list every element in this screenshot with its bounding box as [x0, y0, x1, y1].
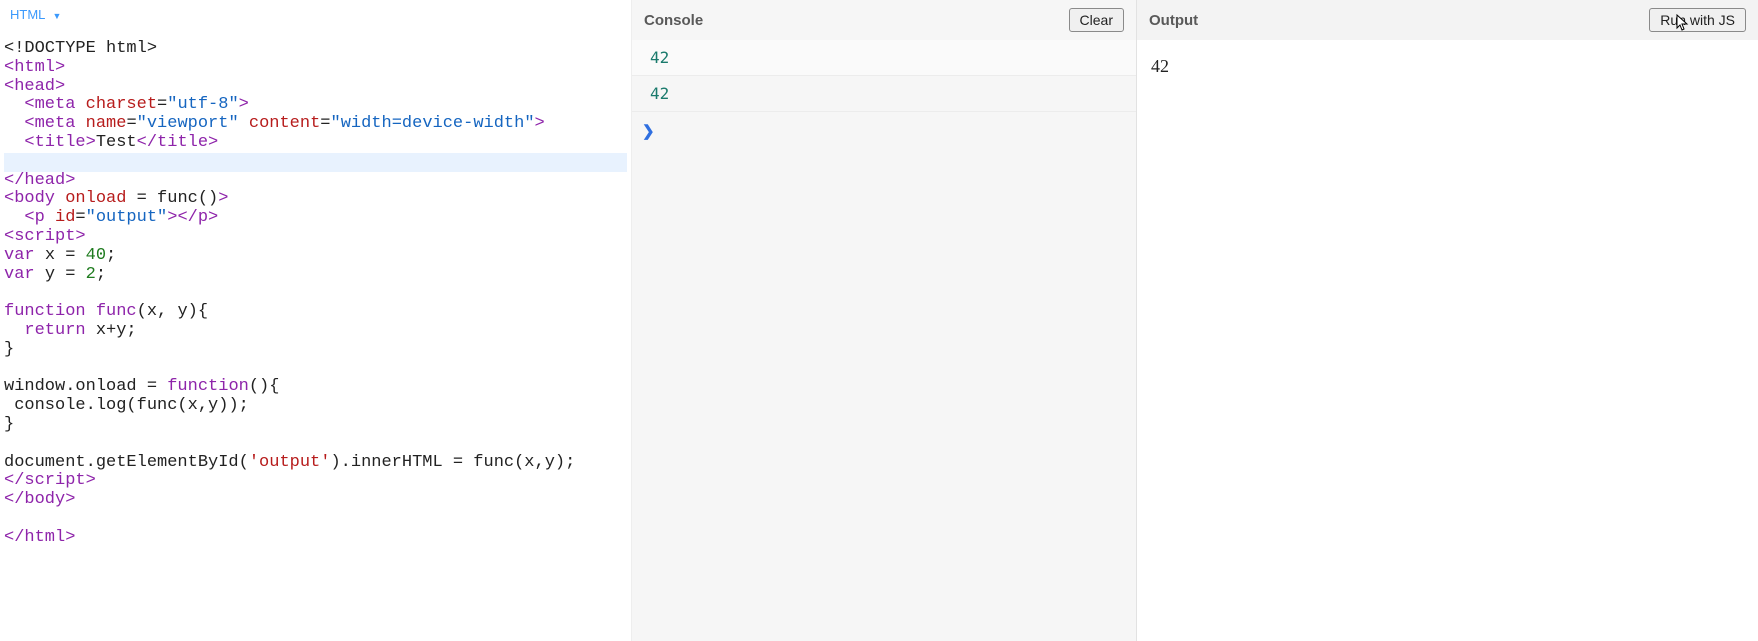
code-line[interactable]: return x+y; — [4, 322, 627, 341]
output-panel: Output Run with JS 42 — [1137, 0, 1758, 641]
code-line[interactable]: console.log(func(x,y)); — [4, 397, 627, 416]
code-line[interactable]: <!DOCTYPE html> — [4, 40, 627, 59]
code-line[interactable]: document.getElementById('output').innerH… — [4, 454, 627, 473]
code-line[interactable]: <head> — [4, 78, 627, 97]
code-line[interactable]: <meta name="viewport" content="width=dev… — [4, 115, 627, 134]
run-with-js-button[interactable]: Run with JS — [1649, 8, 1746, 32]
code-line[interactable]: </script> — [4, 472, 627, 491]
language-label: HTML — [10, 7, 45, 22]
clear-button[interactable]: Clear — [1069, 8, 1124, 32]
code-line[interactable]: } — [4, 416, 627, 435]
code-line[interactable]: <script> — [4, 228, 627, 247]
output-title: Output — [1149, 12, 1198, 29]
app-root: HTML ▼ <!DOCTYPE html><html><head> <meta… — [0, 0, 1758, 641]
console-header: Console Clear — [632, 0, 1136, 40]
code-line[interactable]: <html> — [4, 59, 627, 78]
console-log-line: 42 — [632, 76, 1136, 112]
code-line[interactable]: var x = 40; — [4, 247, 627, 266]
chevron-right-icon: ❯ — [642, 123, 655, 140]
output-body: 42 — [1137, 40, 1758, 641]
code-line[interactable]: <title>Test</title> — [4, 134, 627, 153]
code-line[interactable]: </html> — [4, 529, 627, 548]
code-line[interactable]: </head> — [4, 172, 627, 191]
console-body: 4242 ❯ — [632, 40, 1136, 641]
code-line[interactable] — [4, 284, 627, 303]
code-line[interactable]: <p id="output"></p> — [4, 209, 627, 228]
code-line[interactable] — [4, 360, 627, 379]
code-line[interactable]: <meta charset="utf-8"> — [4, 96, 627, 115]
code-line[interactable]: window.onload = function(){ — [4, 378, 627, 397]
code-line[interactable]: function func(x, y){ — [4, 303, 627, 322]
code-line[interactable]: </body> — [4, 491, 627, 510]
language-selector[interactable]: HTML ▼ — [10, 7, 61, 22]
editor-panel: HTML ▼ <!DOCTYPE html><html><head> <meta… — [0, 0, 632, 641]
chevron-down-icon: ▼ — [53, 11, 62, 21]
code-line[interactable] — [4, 510, 627, 529]
console-log-line: 42 — [632, 40, 1136, 76]
code-editor[interactable]: <!DOCTYPE html><html><head> <meta charse… — [0, 32, 631, 552]
console-title: Console — [644, 12, 703, 29]
code-line[interactable] — [4, 435, 627, 454]
code-line[interactable] — [4, 153, 627, 172]
code-line[interactable]: var y = 2; — [4, 266, 627, 285]
console-panel: Console Clear 4242 ❯ — [632, 0, 1137, 641]
code-line[interactable]: } — [4, 341, 627, 360]
console-prompt[interactable]: ❯ — [632, 112, 1136, 150]
editor-header: HTML ▼ — [0, 0, 631, 32]
output-header: Output Run with JS — [1137, 0, 1758, 40]
output-text: 42 — [1151, 56, 1169, 76]
code-line[interactable]: <body onload = func()> — [4, 190, 627, 209]
